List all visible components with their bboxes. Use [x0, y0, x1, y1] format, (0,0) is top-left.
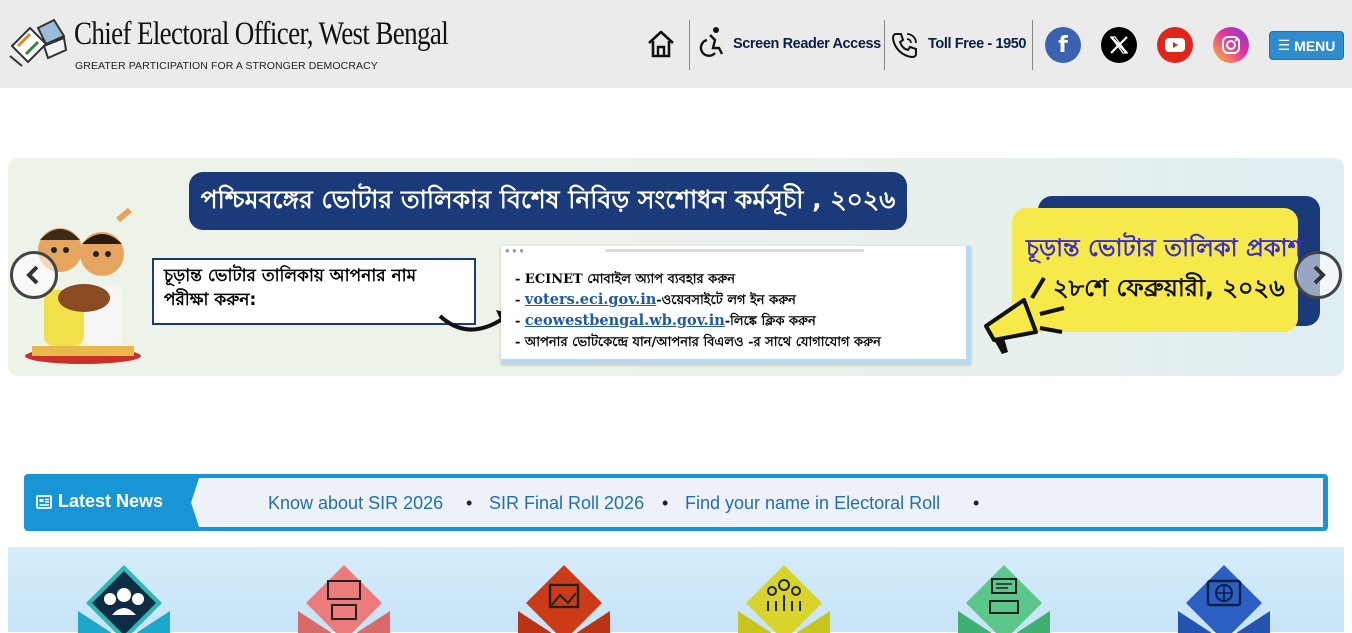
- gallery-icon[interactable]: [518, 561, 610, 633]
- window-dots: ● ● ●: [505, 246, 524, 255]
- carousel-next-button[interactable]: [1294, 251, 1342, 299]
- instruction-text: - আপনার ভোটকেন্দ্রে যান/আপনার বিএলও -র স…: [515, 335, 881, 350]
- instruction-suffix: -ওয়েবসাইটে লগ ইন করুন: [656, 293, 796, 308]
- instruction-prefix: -: [515, 293, 525, 308]
- news-item-link[interactable]: Know about SIR 2026: [268, 493, 443, 514]
- banner-carousel: পশ্চিমবঙ্গের ভোটার তালিকার বিশেষ নিবিড় …: [8, 158, 1344, 376]
- group-icon[interactable]: [78, 561, 170, 633]
- news-item-link[interactable]: SIR Final Roll 2026: [489, 493, 644, 514]
- web-icon[interactable]: [1178, 561, 1270, 633]
- instruction-line: - আপনার ভোটকেন্দ্রে যান/আপনার বিএলও -র স…: [515, 333, 881, 354]
- news-separator: •: [973, 493, 980, 513]
- accessibility-icon[interactable]: [697, 26, 725, 58]
- instruction-line: - voters.eci.gov.in-ওয়েবসাইটে লগ ইন করু…: [515, 291, 796, 312]
- youtube-icon[interactable]: [1157, 27, 1193, 63]
- play-icon: [1165, 38, 1185, 52]
- latest-news-label: Latest News: [36, 491, 163, 512]
- check-name-box: চূড়ান্ত ভোটার তালিকায় আপনার নাম পরীক্ষ…: [152, 258, 476, 325]
- instruction-prefix: -: [515, 314, 525, 329]
- screen-reader-link[interactable]: Screen Reader Access: [733, 36, 881, 52]
- latest-news-title: Latest News: [58, 491, 164, 511]
- news-separator: •: [466, 493, 473, 513]
- label-notch: [191, 478, 207, 527]
- instructions-card: ● ● ● - ECINET মোবাইল অ্যাপ ব্যবহার করুন…: [501, 246, 971, 364]
- chevron-right-icon: [1313, 265, 1326, 285]
- voters-portal-link[interactable]: voters.eci.gov.in: [525, 291, 656, 308]
- instagram-icon[interactable]: [1213, 27, 1249, 63]
- latest-news-bar: Latest News: [24, 474, 1328, 531]
- menu-label: MENU: [1294, 37, 1336, 54]
- chevron-left-icon: [26, 265, 39, 285]
- banner-title: পশ্চিমবঙ্গের ভোটার তালিকার বিশেষ নিবিড় …: [189, 172, 907, 230]
- home-icon[interactable]: [646, 28, 676, 60]
- facebook-icon[interactable]: f: [1045, 27, 1081, 63]
- publish-date: ২৮শে ফেব্রুয়ারী, ২০২৬: [1053, 274, 1285, 302]
- toll-free-number[interactable]: Toll Free - 1950: [928, 36, 1027, 52]
- news-item-link[interactable]: Find your name in Electoral Roll: [685, 493, 940, 514]
- site-header: Chief Electoral Officer, West Bengal GRE…: [0, 0, 1352, 88]
- menu-button[interactable]: ☰ MENU: [1269, 31, 1344, 60]
- vote-icon[interactable]: [298, 561, 390, 633]
- card-topbar: [606, 249, 864, 252]
- site-subtitle: GREATER PARTICIPATION FOR A STRONGER DEM…: [75, 60, 378, 72]
- x-icon[interactable]: [1101, 27, 1137, 63]
- carousel-prev-button[interactable]: [10, 251, 58, 299]
- camera-glyph-icon: [1222, 36, 1240, 54]
- phone-icon: [891, 33, 917, 59]
- instruction-suffix: -লিঙ্কে ক্লিক করুন: [724, 314, 816, 329]
- ballot-icon[interactable]: [958, 561, 1050, 633]
- instruction-line: - ceowestbengal.wb.gov.in-লিঙ্কে ক্লিক ক…: [515, 312, 816, 333]
- divider: [884, 20, 885, 70]
- site-title: Chief Electoral Officer, West Bengal: [74, 16, 449, 52]
- ballot-logo-icon: [9, 18, 68, 67]
- hamburger-icon: ☰: [1277, 37, 1291, 53]
- site-logo[interactable]: Chief Electoral Officer, West Bengal GRE…: [8, 14, 449, 74]
- divider: [689, 20, 690, 70]
- newspaper-icon: [36, 494, 52, 509]
- instruction-line: - ECINET মোবাইল অ্যাপ ব্যবহার করুন: [515, 270, 735, 291]
- megaphone-icon: [984, 276, 1065, 354]
- ceo-website-link[interactable]: ceowestbengal.wb.gov.in: [525, 312, 725, 329]
- instruction-text: - ECINET মোবাইল অ্যাপ ব্যবহার করুন: [515, 272, 735, 287]
- check-name-heading: চূড়ান্ত ভোটার তালিকায় আপনার নাম পরীক্ষ…: [164, 266, 417, 310]
- service-tiles: [8, 547, 1344, 633]
- divider: [1032, 20, 1033, 70]
- publish-heading: চূড়ান্ত ভোটার তালিকা প্রকাশ: [1026, 234, 1302, 262]
- news-separator: •: [662, 493, 669, 513]
- people-icon[interactable]: [738, 561, 830, 633]
- x-logo-icon: [1109, 36, 1129, 54]
